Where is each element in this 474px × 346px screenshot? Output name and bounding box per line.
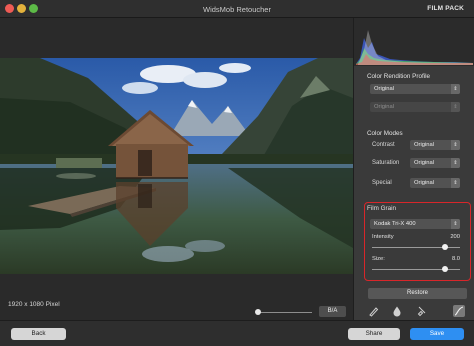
size-label: Size: <box>372 256 385 262</box>
size-value: 8.0 <box>451 256 460 262</box>
color-rendition-select[interactable]: Original ⇕ <box>370 84 460 94</box>
mode-label: FILM PACK <box>427 5 464 12</box>
photo-preview <box>0 58 353 274</box>
film-grain-title: Film Grain <box>367 205 397 212</box>
size-slider-knob[interactable] <box>442 266 449 272</box>
zoom-slider[interactable] <box>256 312 312 313</box>
zoom-slider-knob[interactable] <box>255 309 261 315</box>
film-grain-select[interactable]: Kodak Tri-X 400 ⇕ <box>370 219 460 229</box>
save-button[interactable]: Save <box>410 328 464 340</box>
image-dimensions: 1920 x 1080 Pixel <box>8 301 60 308</box>
intensity-slider-knob[interactable] <box>442 244 449 250</box>
back-button[interactable]: Back <box>11 328 66 340</box>
contrast-label: Contrast <box>372 142 395 148</box>
chevron-updown-icon: ⇕ <box>451 219 460 229</box>
special-value: Original <box>414 180 434 186</box>
window-title: WidsMob Retoucher <box>203 5 271 14</box>
before-after-button[interactable]: B/A <box>319 306 346 317</box>
chevron-updown-icon: ⇕ <box>451 84 460 94</box>
canvas-area: 1920 x 1080 Pixel B/A <box>0 18 353 320</box>
contrast-select[interactable]: Original ⇕ <box>410 140 460 150</box>
film-curve-icon[interactable] <box>453 305 465 317</box>
saturation-select[interactable]: Original ⇕ <box>410 158 460 168</box>
chevron-updown-icon: ⇕ <box>451 140 460 150</box>
clean-brush-icon[interactable] <box>416 305 428 317</box>
color-modes-title: Color Modes <box>367 130 403 137</box>
saturation-label: Saturation <box>372 160 400 166</box>
intensity-label: Intensity <box>372 234 394 240</box>
title-bar: WidsMob Retoucher FILM PACK <box>0 0 474 18</box>
special-select[interactable]: Original ⇕ <box>410 178 460 188</box>
bottom-bar: Back Share Save <box>0 320 474 346</box>
contrast-value: Original <box>414 142 434 148</box>
adjustment-panel: Color Rendition Profile Original ⇕ Origi… <box>353 18 474 320</box>
color-rendition-secondary-value: Original <box>374 104 394 110</box>
special-label: Special <box>372 180 392 186</box>
restore-button[interactable]: Restore <box>368 288 467 299</box>
intensity-value: 200 <box>450 234 460 240</box>
share-button[interactable]: Share <box>348 328 400 340</box>
histogram <box>354 18 474 66</box>
color-rendition-secondary-select[interactable]: Original ⇕ <box>370 102 460 112</box>
saturation-value: Original <box>414 160 434 166</box>
film-grain-value: Kodak Tri-X 400 <box>374 221 416 227</box>
chevron-updown-icon: ⇕ <box>451 102 460 112</box>
brush-icon[interactable] <box>368 305 380 317</box>
color-drop-icon[interactable] <box>391 305 403 317</box>
chevron-updown-icon: ⇕ <box>451 158 460 168</box>
chevron-updown-icon: ⇕ <box>451 178 460 188</box>
color-rendition-value: Original <box>374 86 394 92</box>
color-rendition-title: Color Rendition Profile <box>367 73 430 80</box>
